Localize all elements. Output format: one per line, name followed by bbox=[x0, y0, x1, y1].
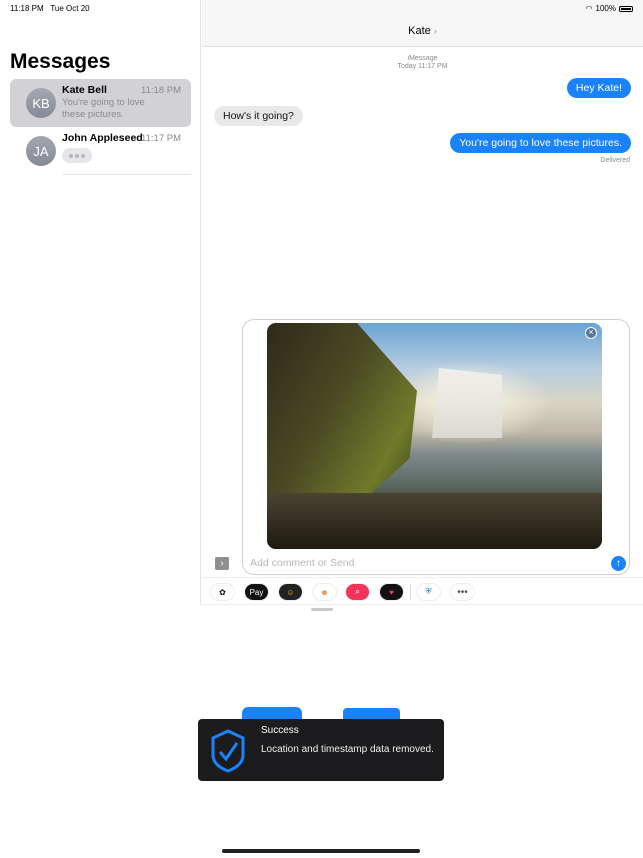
toast-message: Location and timestamp data removed. bbox=[261, 744, 434, 755]
remove-attachment-icon[interactable]: × bbox=[585, 327, 597, 339]
service-label: iMessage bbox=[407, 55, 438, 62]
conversation-kate-bell[interactable]: KB Kate Bell 11:18 PM You're going to lo… bbox=[10, 79, 191, 127]
conversation-time: 11:18 PM bbox=[141, 85, 181, 96]
wifi-icon: ◠ bbox=[585, 4, 593, 13]
message-bubble-outgoing: You're going to love these pictures. bbox=[450, 133, 631, 153]
photos-app-icon[interactable]: ✿ bbox=[210, 583, 235, 601]
conversation-name: Kate Bell bbox=[62, 84, 107, 96]
message-bubble-incoming: How's it going? bbox=[214, 106, 303, 126]
message-bubble-outgoing: Hey Kate! bbox=[566, 78, 631, 98]
avatar: KB bbox=[26, 88, 56, 118]
toast-title: Success bbox=[261, 725, 299, 736]
app-tray: ✿ Pay ☺ ☻ ⌕ ♥ ⛨ ••• bbox=[202, 577, 643, 605]
apple-pay-icon[interactable]: Pay bbox=[244, 583, 269, 601]
contact-name-button[interactable]: Kate › bbox=[202, 25, 643, 37]
divider bbox=[410, 584, 411, 600]
battery-percent: 100% bbox=[595, 4, 616, 13]
divider bbox=[62, 174, 191, 175]
delivery-status: Delivered bbox=[600, 157, 630, 164]
conversation-name: John Appleseed bbox=[62, 132, 143, 144]
image-search-icon[interactable]: ⌕ bbox=[345, 583, 370, 601]
expand-apps-button[interactable]: › bbox=[215, 557, 229, 570]
privacy-shield-camera-icon[interactable]: ⛨ bbox=[416, 583, 441, 601]
conversation-time: 11:17 PM bbox=[141, 133, 181, 144]
digital-touch-icon[interactable]: ♥ bbox=[379, 583, 404, 601]
attachment-photo[interactable]: × bbox=[267, 323, 602, 549]
drawer-handle[interactable] bbox=[311, 608, 333, 611]
home-indicator[interactable] bbox=[222, 849, 420, 853]
timestamp: Today 11:17 PM bbox=[397, 63, 448, 70]
chat-header: Kate › bbox=[202, 0, 643, 47]
memoji-icon[interactable]: ☺ bbox=[278, 583, 303, 601]
status-indicators: ◠ 100% bbox=[586, 4, 633, 13]
send-button[interactable]: ↑ bbox=[611, 556, 626, 571]
avatar: JA bbox=[26, 136, 56, 166]
status-time: 11:18 PM Tue Oct 20 bbox=[10, 4, 90, 13]
battery-icon bbox=[619, 5, 633, 12]
conversation-preview: You're going to love these pictures. bbox=[62, 97, 145, 120]
success-toast: Success Location and timestamp data remo… bbox=[198, 719, 444, 781]
memoji-stickers-icon[interactable]: ☻ bbox=[312, 583, 337, 601]
more-apps-icon[interactable]: ••• bbox=[450, 583, 475, 601]
shield-check-icon bbox=[211, 729, 245, 773]
typing-indicator bbox=[62, 148, 92, 163]
conversation-john-appleseed[interactable]: JA John Appleseed 11:17 PM bbox=[10, 127, 191, 175]
page-title: Messages bbox=[10, 50, 111, 73]
message-input[interactable]: Add comment or Send bbox=[250, 557, 354, 569]
